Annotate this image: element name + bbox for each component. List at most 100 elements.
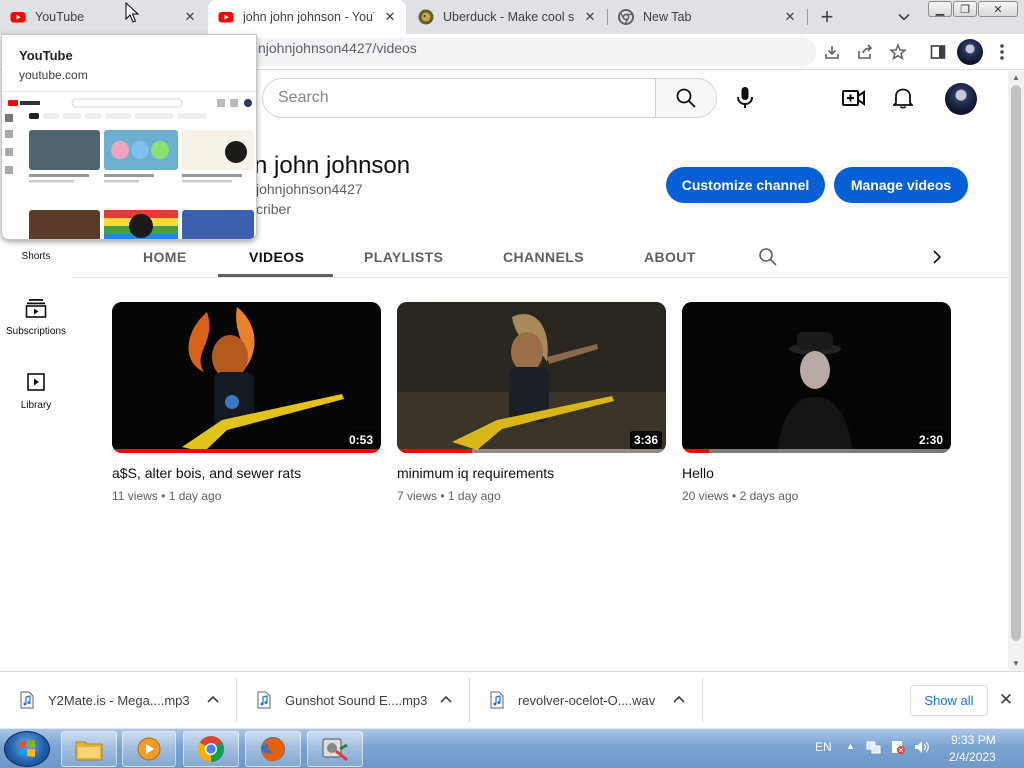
browser-tab-new-tab[interactable]: New Tab ✕ bbox=[608, 0, 806, 34]
chevron-right-icon bbox=[933, 250, 942, 264]
watch-progress-bar bbox=[397, 449, 666, 453]
action-center-warning-icon[interactable] bbox=[890, 739, 906, 758]
download-item[interactable]: Gunshot Sound E....mp3 bbox=[237, 678, 469, 722]
video-duration: 3:36 bbox=[629, 431, 662, 449]
uberduck-icon bbox=[418, 9, 434, 25]
notifications-button[interactable] bbox=[891, 86, 915, 110]
browser-tab-youtube[interactable]: YouTube ✕ bbox=[0, 0, 206, 34]
minimize-icon: ▁ bbox=[935, 3, 945, 16]
video-card[interactable]: 0:53 a$S, alter bois, and sewer rats 11 … bbox=[112, 302, 381, 503]
video-duration: 2:30 bbox=[914, 431, 947, 449]
channel-tabs: HOME VIDEOS PLAYLISTS CHANNELS ABOUT bbox=[72, 236, 1008, 278]
input-language-indicator[interactable]: EN bbox=[815, 740, 832, 754]
watch-progress-fill bbox=[682, 449, 709, 453]
show-all-downloads-button[interactable]: Show all bbox=[910, 685, 988, 716]
volume-icon[interactable] bbox=[913, 739, 931, 758]
youtube-icon bbox=[218, 12, 234, 23]
bookmark-button[interactable] bbox=[888, 42, 908, 62]
close-tab-icon[interactable]: ✕ bbox=[782, 9, 798, 25]
browser-tab-uberduck[interactable]: Uberduck - Make cool stu ✕ bbox=[408, 0, 606, 34]
page-scrollbar[interactable]: ▲ ▼ bbox=[1008, 71, 1024, 671]
tab-playlists[interactable]: PLAYLISTS bbox=[364, 236, 443, 278]
sidebar-item-library[interactable]: Library bbox=[0, 370, 72, 411]
taskbar-explorer-button[interactable] bbox=[61, 731, 117, 767]
channel-search-button[interactable] bbox=[758, 236, 778, 278]
tab-videos[interactable]: VIDEOS bbox=[249, 236, 304, 278]
url-text[interactable]: njohnjohnson4427/videos bbox=[258, 40, 417, 56]
mouse-cursor-icon bbox=[125, 2, 139, 23]
video-duration: 0:53 bbox=[344, 431, 377, 449]
scrollbar-thumb[interactable] bbox=[1011, 85, 1021, 641]
video-card[interactable]: 3:36 minimum iq requirements 7 views • 1… bbox=[397, 302, 666, 503]
video-thumbnail[interactable]: 3:36 bbox=[397, 302, 666, 453]
tab-channels[interactable]: CHANNELS bbox=[503, 236, 584, 278]
video-title[interactable]: a$S, alter bois, and sewer rats bbox=[112, 465, 381, 481]
show-hidden-icons-button[interactable]: ▲ bbox=[846, 741, 855, 751]
video-card[interactable]: 2:30 Hello 20 views • 2 days ago bbox=[682, 302, 951, 503]
download-item[interactable]: Y2Mate.is - Mega....mp3 bbox=[0, 678, 236, 722]
video-title[interactable]: Hello bbox=[682, 465, 951, 481]
new-tab-button[interactable]: + bbox=[814, 4, 840, 29]
tab-search-button[interactable] bbox=[893, 8, 915, 26]
scroll-up-arrow[interactable]: ▲ bbox=[1011, 73, 1021, 83]
maximize-window-button[interactable]: ❐ bbox=[953, 1, 977, 17]
taskbar-chrome-button[interactable] bbox=[183, 731, 239, 767]
account-avatar[interactable] bbox=[945, 83, 977, 115]
tab-about[interactable]: ABOUT bbox=[644, 236, 696, 278]
close-tab-icon[interactable]: ✕ bbox=[182, 9, 198, 25]
youtube-search-input[interactable]: Search bbox=[262, 78, 656, 118]
close-tab-icon[interactable]: ✕ bbox=[382, 9, 398, 25]
portrait-thumbnail-image bbox=[682, 302, 951, 453]
tab-title: john john johnson - YouT bbox=[243, 10, 374, 24]
preview-domain: youtube.com bbox=[19, 68, 88, 82]
video-thumbnail[interactable]: 2:30 bbox=[682, 302, 951, 453]
video-views: 11 views bbox=[112, 489, 158, 503]
share-button[interactable] bbox=[855, 42, 875, 62]
side-panel-button[interactable] bbox=[928, 42, 948, 62]
scroll-down-arrow[interactable]: ▼ bbox=[1011, 659, 1021, 669]
taskbar-codec-button[interactable] bbox=[307, 731, 363, 767]
browser-tab-channel[interactable]: john john johnson - YouT ✕ bbox=[208, 0, 406, 34]
tab-home[interactable]: HOME bbox=[143, 236, 187, 278]
close-window-button[interactable]: ✕ bbox=[978, 1, 1018, 17]
meta-separator: • bbox=[161, 489, 166, 503]
create-video-button[interactable] bbox=[842, 86, 866, 110]
video-thumbnail[interactable]: 0:53 bbox=[112, 302, 381, 453]
close-tab-icon[interactable]: ✕ bbox=[582, 9, 598, 25]
voice-search-button[interactable] bbox=[728, 81, 762, 115]
channel-handle: johnjohnson4427 bbox=[256, 181, 363, 197]
taskbar-firefox-button[interactable] bbox=[245, 731, 301, 767]
concert-thumbnail-image bbox=[112, 302, 381, 453]
download-separator bbox=[702, 678, 703, 722]
sidebar-label: Shorts bbox=[21, 251, 51, 262]
desktop-screen: YouTube ✕ john john johnson - YouT ✕ Ube… bbox=[0, 0, 1024, 768]
clock-time[interactable]: 9:33 PM bbox=[951, 733, 996, 747]
network-icon[interactable] bbox=[866, 739, 882, 758]
video-title[interactable]: minimum iq requirements bbox=[397, 465, 666, 481]
restore-icon: ❐ bbox=[960, 3, 970, 16]
close-downloads-bar-button[interactable]: ✕ bbox=[996, 690, 1016, 710]
manage-videos-button[interactable]: Manage videos bbox=[834, 167, 968, 203]
chevron-up-icon[interactable] bbox=[206, 692, 220, 706]
sidebar-item-subscriptions[interactable]: Subscriptions bbox=[0, 296, 72, 337]
youtube-search-button[interactable] bbox=[655, 78, 717, 118]
install-app-button[interactable] bbox=[822, 42, 842, 62]
video-meta: 7 views • 1 day ago bbox=[397, 489, 666, 503]
explorer-icon bbox=[75, 741, 103, 761]
youtube-home-preview-image bbox=[5, 98, 254, 239]
download-item[interactable]: revolver-ocelot-O....wav bbox=[470, 678, 702, 722]
download-icon bbox=[825, 46, 839, 59]
profile-avatar[interactable] bbox=[957, 39, 983, 65]
customize-channel-button[interactable]: Customize channel bbox=[666, 167, 825, 203]
browser-menu-button[interactable] bbox=[992, 42, 1012, 62]
share-icon bbox=[858, 44, 873, 59]
chevron-up-icon[interactable] bbox=[672, 692, 686, 706]
start-button[interactable] bbox=[4, 731, 50, 767]
chevron-up-icon[interactable] bbox=[439, 692, 453, 706]
minimize-window-button[interactable]: ▁ bbox=[928, 1, 952, 17]
sidebar-item-shorts[interactable]: Shorts bbox=[0, 251, 72, 262]
browser-tab-strip: YouTube ✕ john john johnson - YouT ✕ Ube… bbox=[0, 0, 1024, 34]
taskbar-media-player-button[interactable] bbox=[122, 731, 176, 767]
tabs-scroll-right-button[interactable] bbox=[932, 236, 942, 278]
clock-date[interactable]: 2/4/2023 bbox=[949, 750, 996, 764]
